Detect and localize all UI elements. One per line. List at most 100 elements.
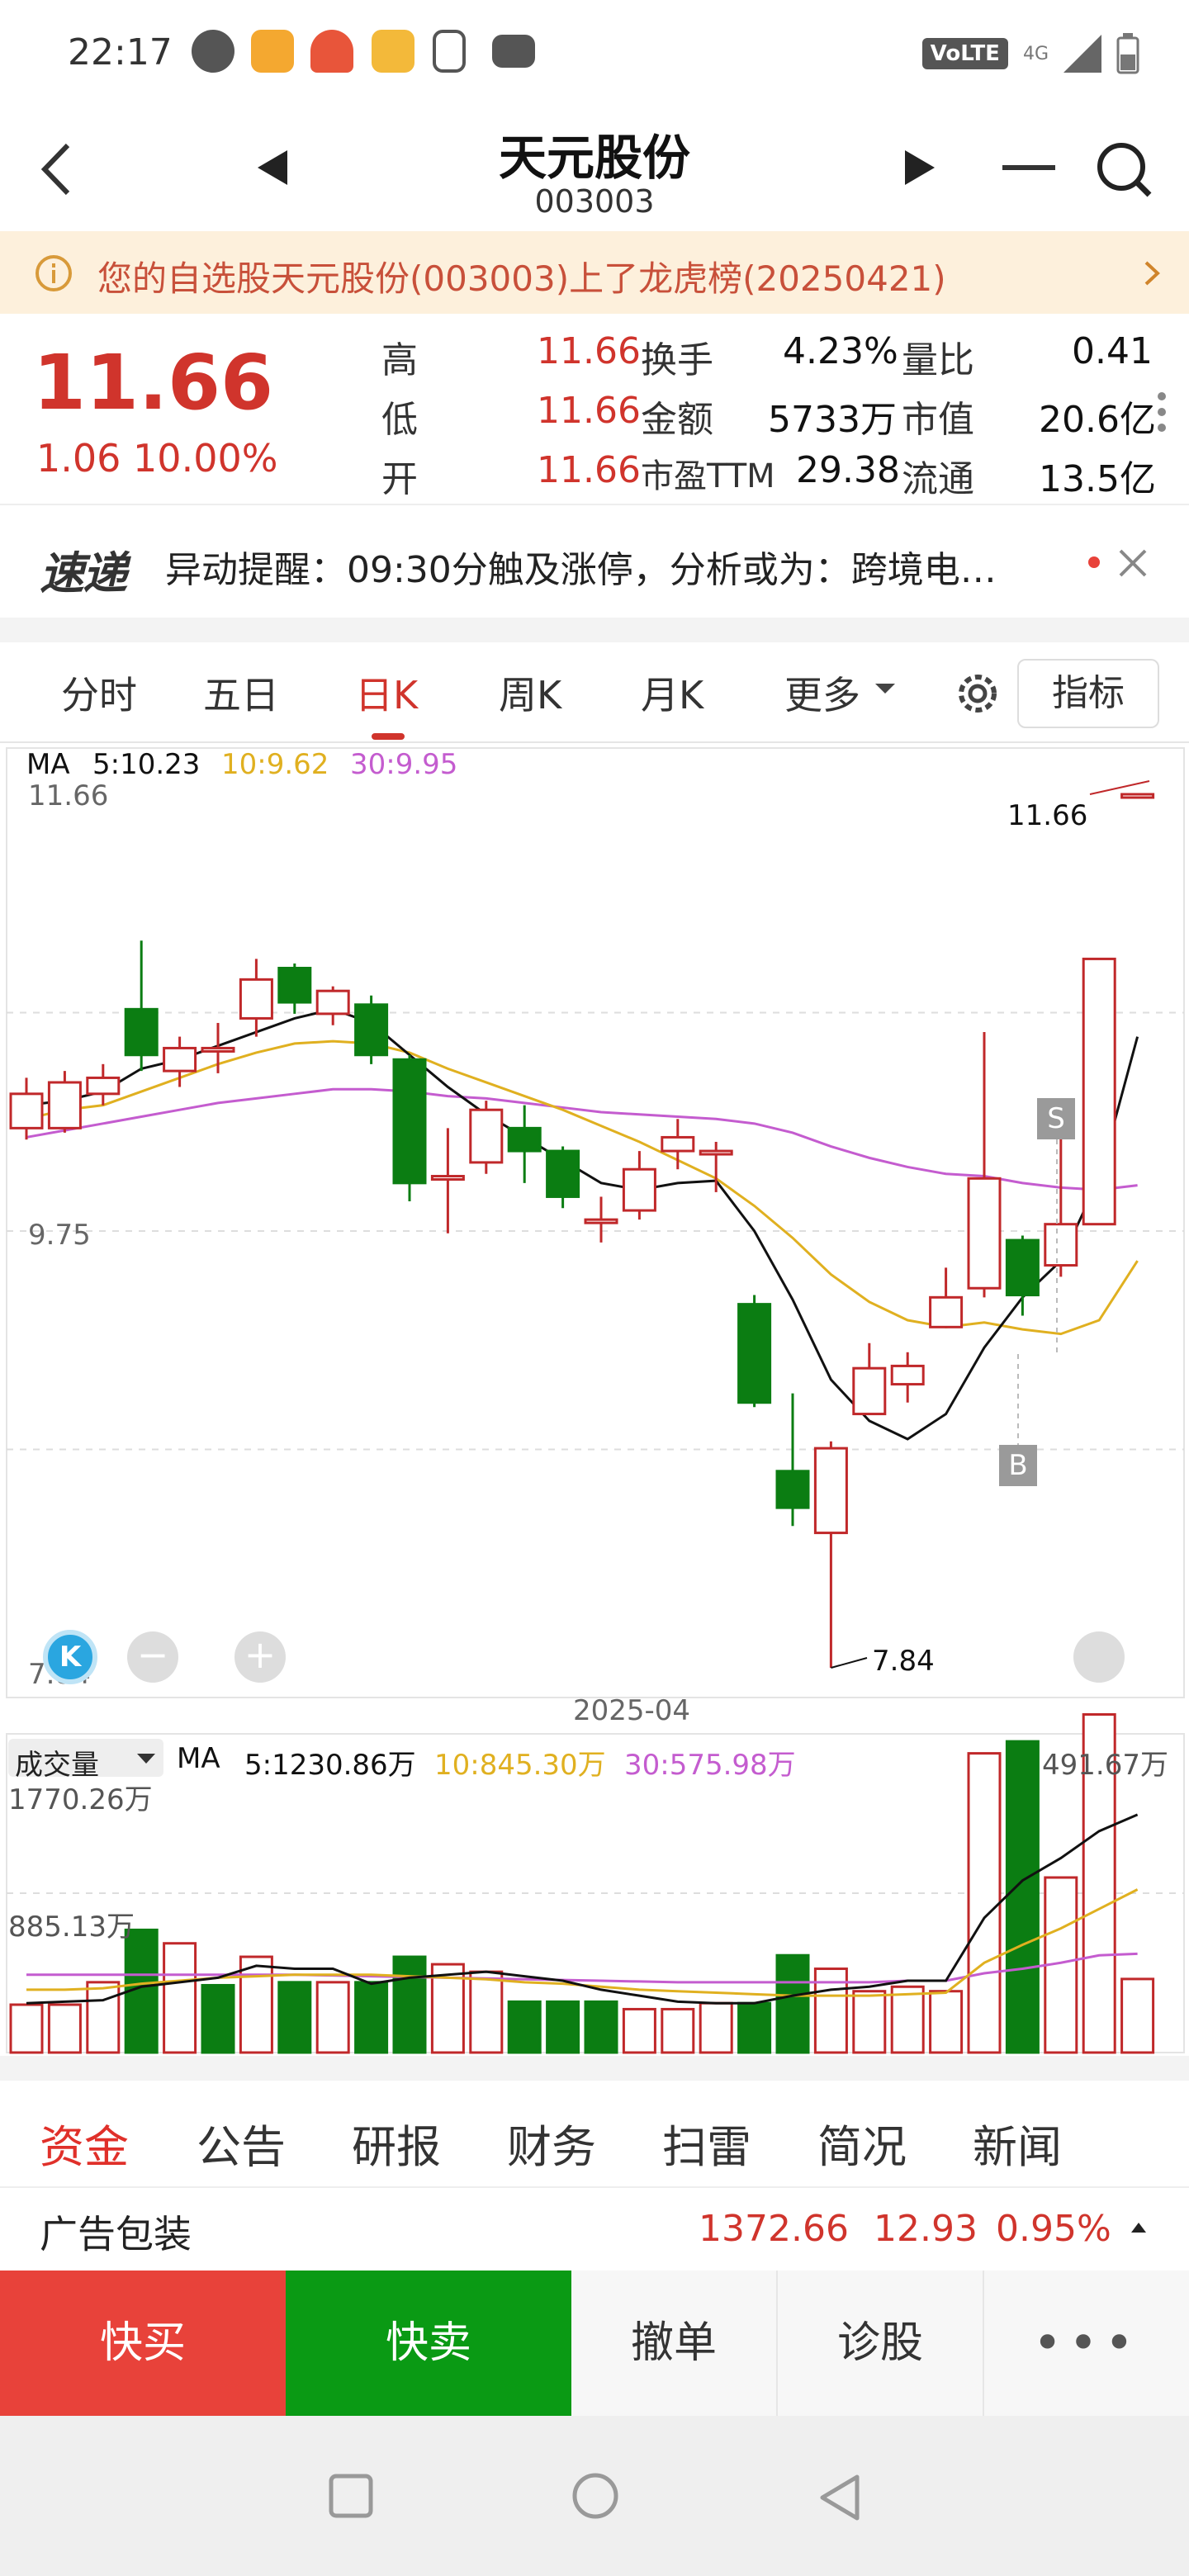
caret-up-icon [1131, 2223, 1146, 2233]
status-time: 22:17 [68, 31, 173, 73]
volume-bar [9, 2003, 44, 2054]
vol-ma30-legend: 30:575.98万 [624, 1749, 796, 1782]
quote-label-volratio: 量比 [902, 339, 974, 381]
quote-value-turnover: 4.23% [783, 330, 898, 372]
search-icon[interactable] [1095, 140, 1153, 198]
date-axis-label: 2025-04 [573, 1694, 691, 1727]
fullscreen-icon[interactable] [1073, 1631, 1125, 1683]
candle-body [1044, 1223, 1078, 1267]
volume-bar [392, 1955, 427, 2054]
tab-more[interactable]: 更多 [784, 665, 860, 720]
tab-news[interactable]: 新闻 [973, 2110, 1062, 2176]
recent-apps-icon[interactable] [329, 2474, 373, 2518]
quote-label-high: 高 [381, 339, 418, 381]
dragon-tiger-notice[interactable]: 您的自选股天元股份(003003)上了龙虎榜(20250421) [0, 231, 1189, 314]
volume-bar [47, 2003, 82, 2054]
close-icon[interactable] [1118, 548, 1148, 578]
quote-value-open: 11.66 [537, 449, 641, 491]
tab-daily-k[interactable]: 日K [355, 665, 418, 720]
y-axis-top: 11.66 [28, 779, 109, 812]
volte-badge: VoLTE [921, 38, 1008, 69]
indicator-button[interactable]: 指标 [1017, 659, 1159, 728]
volume-bar [929, 1990, 964, 2054]
candle-body [392, 1058, 427, 1185]
price-change: 1.06 10.00% [36, 436, 278, 481]
tab-financials[interactable]: 财务 [507, 2110, 596, 2176]
notice-text: 您的自选股天元股份(003003)上了龙虎榜(20250421) [97, 258, 946, 299]
quote-label-amount: 金额 [641, 399, 713, 441]
volume-bar [622, 2007, 656, 2054]
quote-value-high: 11.66 [537, 330, 641, 372]
tab-five-day[interactable]: 五日 [203, 665, 279, 720]
gear-icon[interactable] [953, 669, 1002, 718]
tab-announcements[interactable]: 公告 [197, 2110, 286, 2176]
k-assistant-icon[interactable]: K [43, 1630, 97, 1684]
quote-label-low: 低 [381, 399, 418, 441]
next-stock-icon[interactable] [900, 147, 938, 188]
app-notification-icon [251, 30, 294, 73]
y-axis-mid: 9.75 [28, 1219, 91, 1252]
kline-chart-area[interactable]: MA 5:10.23 10:9.62 30:9.95 11.66 9.75 7.… [0, 743, 1189, 2056]
candle-body [737, 1303, 772, 1404]
candle-body [201, 1046, 235, 1053]
zoom-in-icon[interactable]: + [234, 1631, 286, 1683]
sector-index: 1372.66 [699, 2208, 849, 2250]
sector-name: 广告包装 [40, 2212, 192, 2256]
tab-risk-scan[interactable]: 扫雷 [662, 2110, 751, 2176]
candle-body [699, 1149, 733, 1156]
stock-name: 天元股份 [498, 130, 690, 186]
minus-icon[interactable] [1002, 165, 1055, 173]
cancel-order-button[interactable]: 撤单 [571, 2271, 778, 2416]
back-nav-icon[interactable] [817, 2474, 862, 2522]
status-bar: 22:17 VoLTE 4G [0, 0, 1189, 107]
tab-funds[interactable]: 资金 [40, 2110, 129, 2176]
candle-body [661, 1135, 695, 1153]
kline-chart-svg [6, 747, 1185, 2054]
volume-bar [1120, 1977, 1155, 2054]
candle-body [163, 1046, 197, 1073]
candle-body [546, 1149, 580, 1198]
tab-monthly-k[interactable]: 月K [641, 665, 703, 720]
zoom-out-icon[interactable]: − [127, 1631, 178, 1683]
volume-bar [277, 1981, 312, 2054]
ma5-legend: 5:10.23 [92, 748, 201, 781]
tab-weekly-k[interactable]: 周K [499, 665, 561, 720]
quick-sell-button[interactable]: 快卖 [286, 2271, 571, 2416]
volume-bar [737, 2001, 772, 2054]
volume-bar [546, 2000, 580, 2054]
volume-bar [967, 1752, 1002, 2054]
sector-ticker[interactable]: 广告包装 1372.66 12.93 0.95% [0, 2186, 1189, 2269]
more-vertical-icon[interactable] [1156, 391, 1168, 433]
candle-body [124, 1007, 159, 1057]
network-type: 4G [1022, 43, 1049, 64]
dropdown-triangle-icon [137, 1754, 155, 1764]
volume-bar [890, 1985, 925, 2054]
candle-body [852, 1366, 887, 1416]
candle-body [315, 989, 350, 1016]
diagnose-stock-button[interactable]: 诊股 [778, 2271, 984, 2416]
more-actions-button[interactable]: ••• [984, 2271, 1189, 2416]
candle-body [584, 1218, 618, 1224]
volume-bar [239, 1955, 273, 2054]
info-icon [36, 255, 72, 291]
volume-bar [775, 1953, 810, 2054]
quick-buy-button[interactable]: 快买 [0, 2271, 286, 2416]
volume-bar [86, 1981, 121, 2054]
vol-last-value: 491.67万 [1042, 1749, 1168, 1782]
candle-body [967, 1177, 1002, 1290]
volume-bar [469, 1970, 504, 2054]
candle-body [890, 1364, 925, 1386]
alert-message: 异动提醒：09:30分触及涨停，分析或为：跨境电… [165, 549, 997, 591]
volume-bar [584, 2000, 618, 2054]
signal-icon [1063, 35, 1101, 73]
volume-bar [163, 1942, 197, 2054]
movement-alert[interactable]: 速递 异动提醒：09:30分触及涨停，分析或为：跨境电… [0, 505, 1189, 618]
candle-body [622, 1167, 656, 1212]
tab-research[interactable]: 研报 [352, 2110, 441, 2176]
candle-body [354, 1003, 389, 1057]
candles [9, 780, 1155, 1669]
tab-profile[interactable]: 简况 [817, 2110, 907, 2176]
home-icon[interactable] [571, 2472, 619, 2520]
tab-intraday[interactable]: 分时 [61, 665, 137, 720]
info-tabs: 资金 公告 研报 财务 扫雷 简况 新闻 [0, 2056, 1189, 2180]
